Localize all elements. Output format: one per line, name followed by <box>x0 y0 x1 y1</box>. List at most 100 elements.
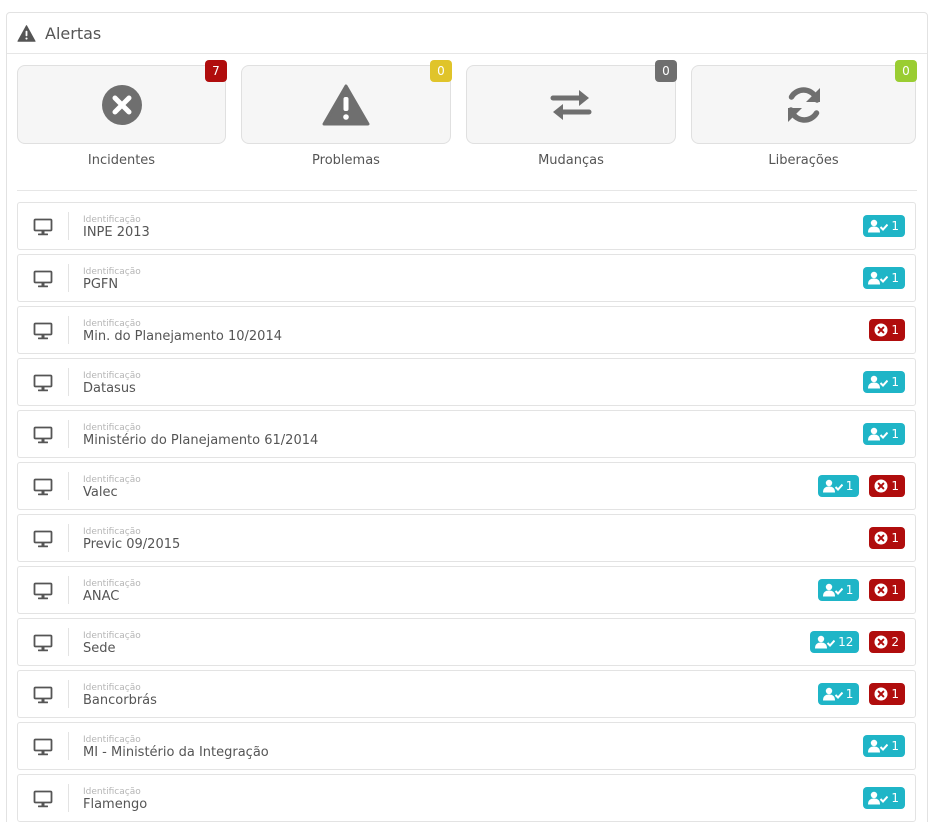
tile-incidentes[interactable]: Incidentes 7 <box>17 60 227 175</box>
tile-liberacoes-label: Liberações <box>768 153 839 168</box>
alert-category-tiles: Incidentes 7 Problemas 0 Mudanças 0 Libe… <box>17 60 917 175</box>
assigned-users-badge[interactable]: 12 <box>810 631 860 653</box>
identification-caption: Identificação <box>83 579 141 589</box>
row-separator <box>68 576 69 604</box>
list-item[interactable]: Identificação INPE 2013 1 <box>17 202 916 250</box>
row-separator <box>68 628 69 656</box>
monitor-icon <box>33 374 53 392</box>
incidents-count: 1 <box>891 531 899 545</box>
row-separator <box>68 784 69 812</box>
identification-name: Min. do Planejamento 10/2014 <box>83 329 282 344</box>
section-divider <box>17 190 917 191</box>
user-check-icon <box>868 427 889 441</box>
identification-caption: Identificação <box>83 631 141 641</box>
assigned-users-badge[interactable]: 1 <box>863 215 905 237</box>
monitor-icon <box>33 426 53 444</box>
times-circle-icon <box>874 479 888 493</box>
list-item[interactable]: Identificação Datasus 1 <box>17 358 916 406</box>
row-separator <box>68 732 69 760</box>
tile-problemas-box[interactable] <box>241 65 451 144</box>
identification-name: Valec <box>83 485 118 500</box>
tile-liberacoes-count-badge: 0 <box>895 60 917 82</box>
incidents-badge[interactable]: 1 <box>869 475 905 497</box>
identification-caption: Identificação <box>83 215 141 225</box>
identification-name: Datasus <box>83 381 136 396</box>
list-item[interactable]: Identificação ANAC 11 <box>17 566 916 614</box>
row-badges: 1 <box>863 423 905 445</box>
tile-incidentes-box[interactable] <box>17 65 226 144</box>
identification-name: Sede <box>83 641 116 656</box>
row-badges: 1 <box>863 787 905 809</box>
identification-name: MI - Ministério da Integração <box>83 745 269 760</box>
row-separator <box>68 680 69 708</box>
alerts-panel: Alertas Incidentes 7 Problemas 0 Mudança… <box>6 12 928 822</box>
user-check-icon <box>815 635 836 649</box>
tile-incidentes-count-badge: 7 <box>205 60 227 82</box>
times-circle-icon <box>874 323 888 337</box>
assigned-users-badge[interactable]: 1 <box>817 475 860 497</box>
assigned-users-badge[interactable]: 1 <box>863 371 905 393</box>
monitor-icon <box>33 322 53 340</box>
list-item[interactable]: Identificação PGFN 1 <box>17 254 916 302</box>
assigned-users-count: 1 <box>891 791 899 805</box>
identification-name: PGFN <box>83 277 119 292</box>
tile-mudancas-count-badge: 0 <box>655 60 677 82</box>
tile-liberacoes-box[interactable] <box>691 65 916 144</box>
user-check-icon <box>868 271 889 285</box>
times-circle-icon <box>874 687 888 701</box>
tile-mudancas[interactable]: Mudanças 0 <box>466 60 677 175</box>
assigned-users-badge[interactable]: 1 <box>863 735 905 757</box>
incidents-badge[interactable]: 2 <box>869 631 905 653</box>
assigned-users-count: 12 <box>838 635 854 649</box>
incidents-badge[interactable]: 1 <box>869 319 905 341</box>
monitor-icon <box>33 270 53 288</box>
list-item[interactable]: Identificação Previc 09/2015 1 <box>17 514 916 562</box>
row-separator <box>68 316 69 344</box>
tile-mudancas-box[interactable] <box>466 65 676 144</box>
assigned-users-count: 1 <box>845 583 854 597</box>
user-check-icon <box>868 739 889 753</box>
assigned-users-count: 1 <box>891 375 899 389</box>
assigned-users-count: 1 <box>891 739 899 753</box>
row-separator <box>68 420 69 448</box>
assigned-users-count: 1 <box>891 219 899 233</box>
user-check-icon <box>868 219 889 233</box>
refresh-icon <box>787 86 820 123</box>
panel-header: Alertas <box>7 13 927 54</box>
row-badges: 1 <box>869 527 905 549</box>
list-item[interactable]: Identificação Min. do Planejamento 10/20… <box>17 306 916 354</box>
list-item[interactable]: Identificação Flamengo 1 <box>17 774 916 822</box>
identification-caption: Identificação <box>83 787 141 797</box>
identification-caption: Identificação <box>83 735 141 745</box>
incidents-badge[interactable]: 1 <box>869 579 905 601</box>
incidents-count: 1 <box>891 323 899 337</box>
list-item[interactable]: Identificação Sede 12 2 <box>17 618 916 666</box>
list-item[interactable]: Identificação Ministério do Planejamento… <box>17 410 916 458</box>
assigned-users-count: 1 <box>845 479 854 493</box>
list-item[interactable]: Identificação Bancorbrás 11 <box>17 670 916 718</box>
tile-problemas[interactable]: Problemas 0 <box>241 60 452 175</box>
user-check-icon <box>822 687 843 701</box>
identification-caption: Identificação <box>83 527 141 537</box>
assigned-users-badge[interactable]: 1 <box>863 267 905 289</box>
identification-name: Previc 09/2015 <box>83 537 181 552</box>
assigned-users-badge[interactable]: 1 <box>817 683 860 705</box>
tile-liberacoes[interactable]: Liberações 0 <box>691 60 917 175</box>
row-separator <box>68 472 69 500</box>
row-separator <box>68 524 69 552</box>
assigned-users-badge[interactable]: 1 <box>817 579 860 601</box>
incidents-count: 1 <box>891 479 899 493</box>
assigned-users-count: 1 <box>891 427 899 441</box>
assigned-users-count: 1 <box>845 687 854 701</box>
identification-caption: Identificação <box>83 319 141 329</box>
exchange-icon <box>550 89 592 120</box>
assigned-users-badge[interactable]: 1 <box>863 423 905 445</box>
list-item[interactable]: Identificação MI - Ministério da Integra… <box>17 722 916 770</box>
incidents-badge[interactable]: 1 <box>869 527 905 549</box>
list-item[interactable]: Identificação Valec 11 <box>17 462 916 510</box>
incidents-badge[interactable]: 1 <box>869 683 905 705</box>
assigned-users-badge[interactable]: 1 <box>863 787 905 809</box>
times-circle-icon <box>101 84 142 125</box>
row-separator <box>68 212 69 240</box>
panel-title: Alertas <box>45 23 102 43</box>
